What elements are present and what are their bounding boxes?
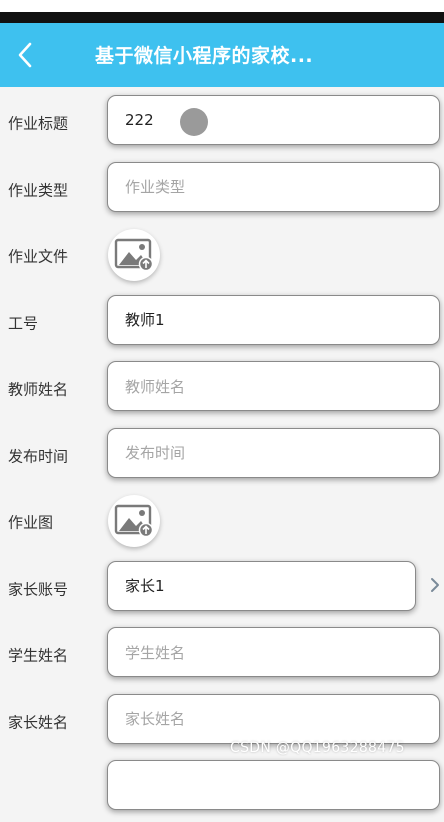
homework-title-value: 222 xyxy=(125,111,154,129)
job-number-label: 工号 xyxy=(8,314,39,333)
teacher-name-label: 教师姓名 xyxy=(8,380,69,399)
parent-account-label: 家长账号 xyxy=(8,580,69,599)
parent-name-placeholder: 家长姓名 xyxy=(125,710,186,728)
publish-time-placeholder: 发布时间 xyxy=(125,444,186,462)
homework-file-upload-button[interactable] xyxy=(108,229,160,281)
row-teacher-name: 教师姓名 教师姓名 xyxy=(0,356,444,423)
chevron-left-icon xyxy=(18,42,32,68)
row-homework-title: 作业标题 222 xyxy=(0,90,444,157)
publish-time-input[interactable]: 发布时间 xyxy=(107,427,440,478)
student-name-label: 学生姓名 xyxy=(8,646,69,665)
publish-time-label: 发布时间 xyxy=(8,447,69,466)
row-publish-time: 发布时间 发布时间 xyxy=(0,423,444,490)
row-homework-image: 作业图 xyxy=(0,489,444,556)
teacher-name-input[interactable]: 教师姓名 xyxy=(107,361,440,411)
image-upload-icon xyxy=(114,238,154,272)
navigation-bar: 基于微信小程序的家校... xyxy=(0,23,444,87)
row-next-field xyxy=(0,755,444,822)
homework-type-placeholder: 作业类型 xyxy=(125,178,186,196)
teacher-name-placeholder: 教师姓名 xyxy=(125,377,186,396)
homework-form: 作业标题 222 作业类型 作业类型 作业文件 工号 教师1 教师姓名 教师姓名… xyxy=(0,90,444,822)
page-title: 基于微信小程序的家校... xyxy=(95,45,314,67)
row-parent-account: 家长账号 家长1 xyxy=(0,556,444,623)
top-strip xyxy=(0,0,444,12)
watermark: CSDN @QQ1963288475 xyxy=(230,740,405,756)
parent-account-value: 家长1 xyxy=(125,577,165,595)
job-number-input[interactable]: 教师1 xyxy=(107,294,440,345)
chevron-right-icon[interactable] xyxy=(428,574,442,596)
back-button[interactable] xyxy=(12,39,38,71)
job-number-value: 教师1 xyxy=(125,311,165,329)
homework-title-input[interactable]: 222 xyxy=(107,95,440,145)
row-student-name: 学生姓名 学生姓名 xyxy=(0,622,444,689)
student-name-input[interactable]: 学生姓名 xyxy=(107,627,440,677)
homework-image-label: 作业图 xyxy=(8,513,54,532)
homework-image-upload-button[interactable] xyxy=(108,495,160,547)
parent-name-label: 家长姓名 xyxy=(8,713,69,732)
status-bar xyxy=(0,12,444,23)
drag-handle[interactable] xyxy=(180,108,208,136)
image-upload-icon xyxy=(114,504,154,538)
parent-name-input[interactable]: 家长姓名 xyxy=(107,693,440,744)
student-name-placeholder: 学生姓名 xyxy=(125,643,186,662)
row-job-number: 工号 教师1 xyxy=(0,290,444,357)
parent-account-select[interactable]: 家长1 xyxy=(107,560,416,611)
homework-file-label: 作业文件 xyxy=(8,247,69,266)
homework-type-label: 作业类型 xyxy=(8,181,69,200)
homework-type-input[interactable]: 作业类型 xyxy=(107,161,440,212)
homework-title-label: 作业标题 xyxy=(8,114,69,133)
row-homework-file: 作业文件 xyxy=(0,223,444,290)
row-homework-type: 作业类型 作业类型 xyxy=(0,157,444,224)
